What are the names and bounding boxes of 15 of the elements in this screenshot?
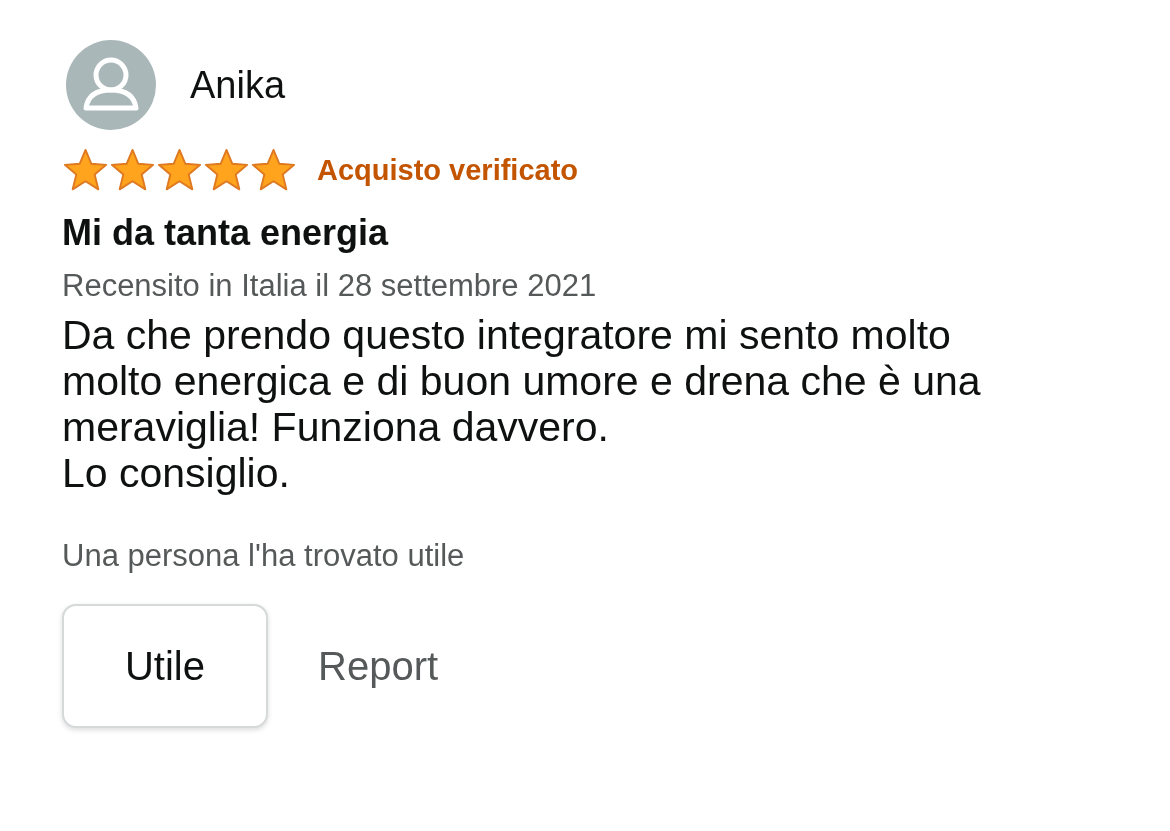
- helpful-count: Una persona l'ha trovato utile: [62, 538, 466, 574]
- review-text: Da che prendo questo integratore mi sento molto molto energica e di buon umore e drena che è una meraviglia! Funziona davvero.: [62, 312, 982, 450]
- review-title: Mi da tanta energia: [62, 212, 390, 254]
- reviewer-name: Anika: [190, 63, 286, 107]
- star-icon: [250, 148, 297, 192]
- star-icon: [203, 148, 250, 192]
- review-text: Lo consiglio.: [62, 450, 291, 496]
- avatar-icon: [66, 40, 156, 130]
- star-icon: [62, 148, 109, 192]
- star-icon: [156, 148, 203, 192]
- helpful-button[interactable]: Utile: [62, 604, 268, 728]
- review-date: Recensito in Italia il 28 settembre 2021: [62, 268, 598, 304]
- star-icon: [109, 148, 156, 192]
- verified-purchase-label: Acquisto verificato: [317, 153, 579, 187]
- report-link[interactable]: Report: [318, 643, 439, 689]
